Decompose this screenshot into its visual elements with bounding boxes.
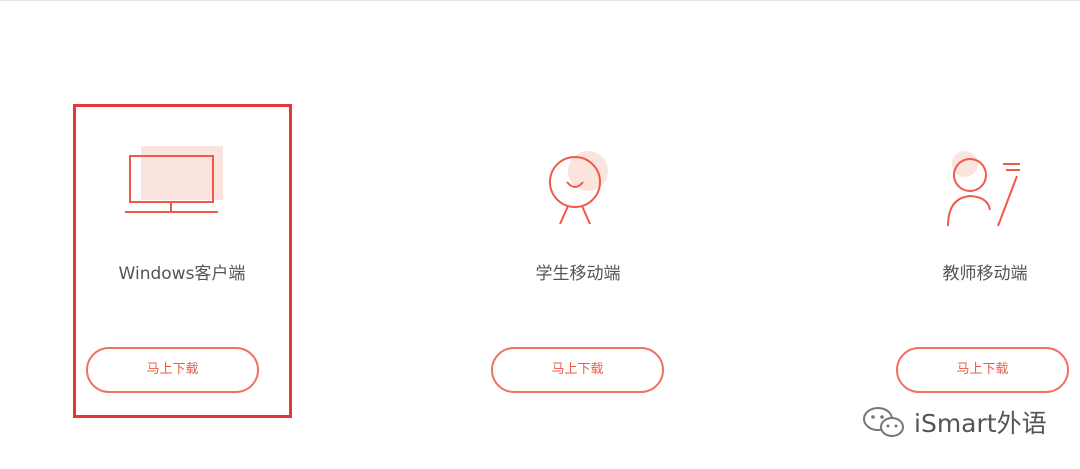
teacher-download-button[interactable]: 马上下载 <box>896 347 1069 393</box>
teacher-mobile-label: 教师移动端 <box>942 264 1028 284</box>
teacher-icon <box>947 151 1020 227</box>
teacher-mobile-card: 教师移动端 马上下载 <box>876 104 1080 418</box>
watermark: iSmart外语 <box>862 404 1047 440</box>
student-mobile-label: 学生移动端 <box>535 264 621 284</box>
student-mobile-card: 学生移动端 马上下载 <box>469 104 687 418</box>
wechat-icon <box>863 407 904 437</box>
student-icon <box>549 151 608 225</box>
windows-client-card: Windows客户端 马上下载 <box>73 104 291 418</box>
top-divider <box>0 0 1080 1</box>
monitor-icon <box>125 146 223 213</box>
windows-client-label: Windows客户端 <box>118 264 246 284</box>
windows-download-button[interactable]: 马上下载 <box>86 347 259 393</box>
watermark-text: iSmart外语 <box>914 409 1047 438</box>
student-download-button[interactable]: 马上下载 <box>491 347 664 393</box>
